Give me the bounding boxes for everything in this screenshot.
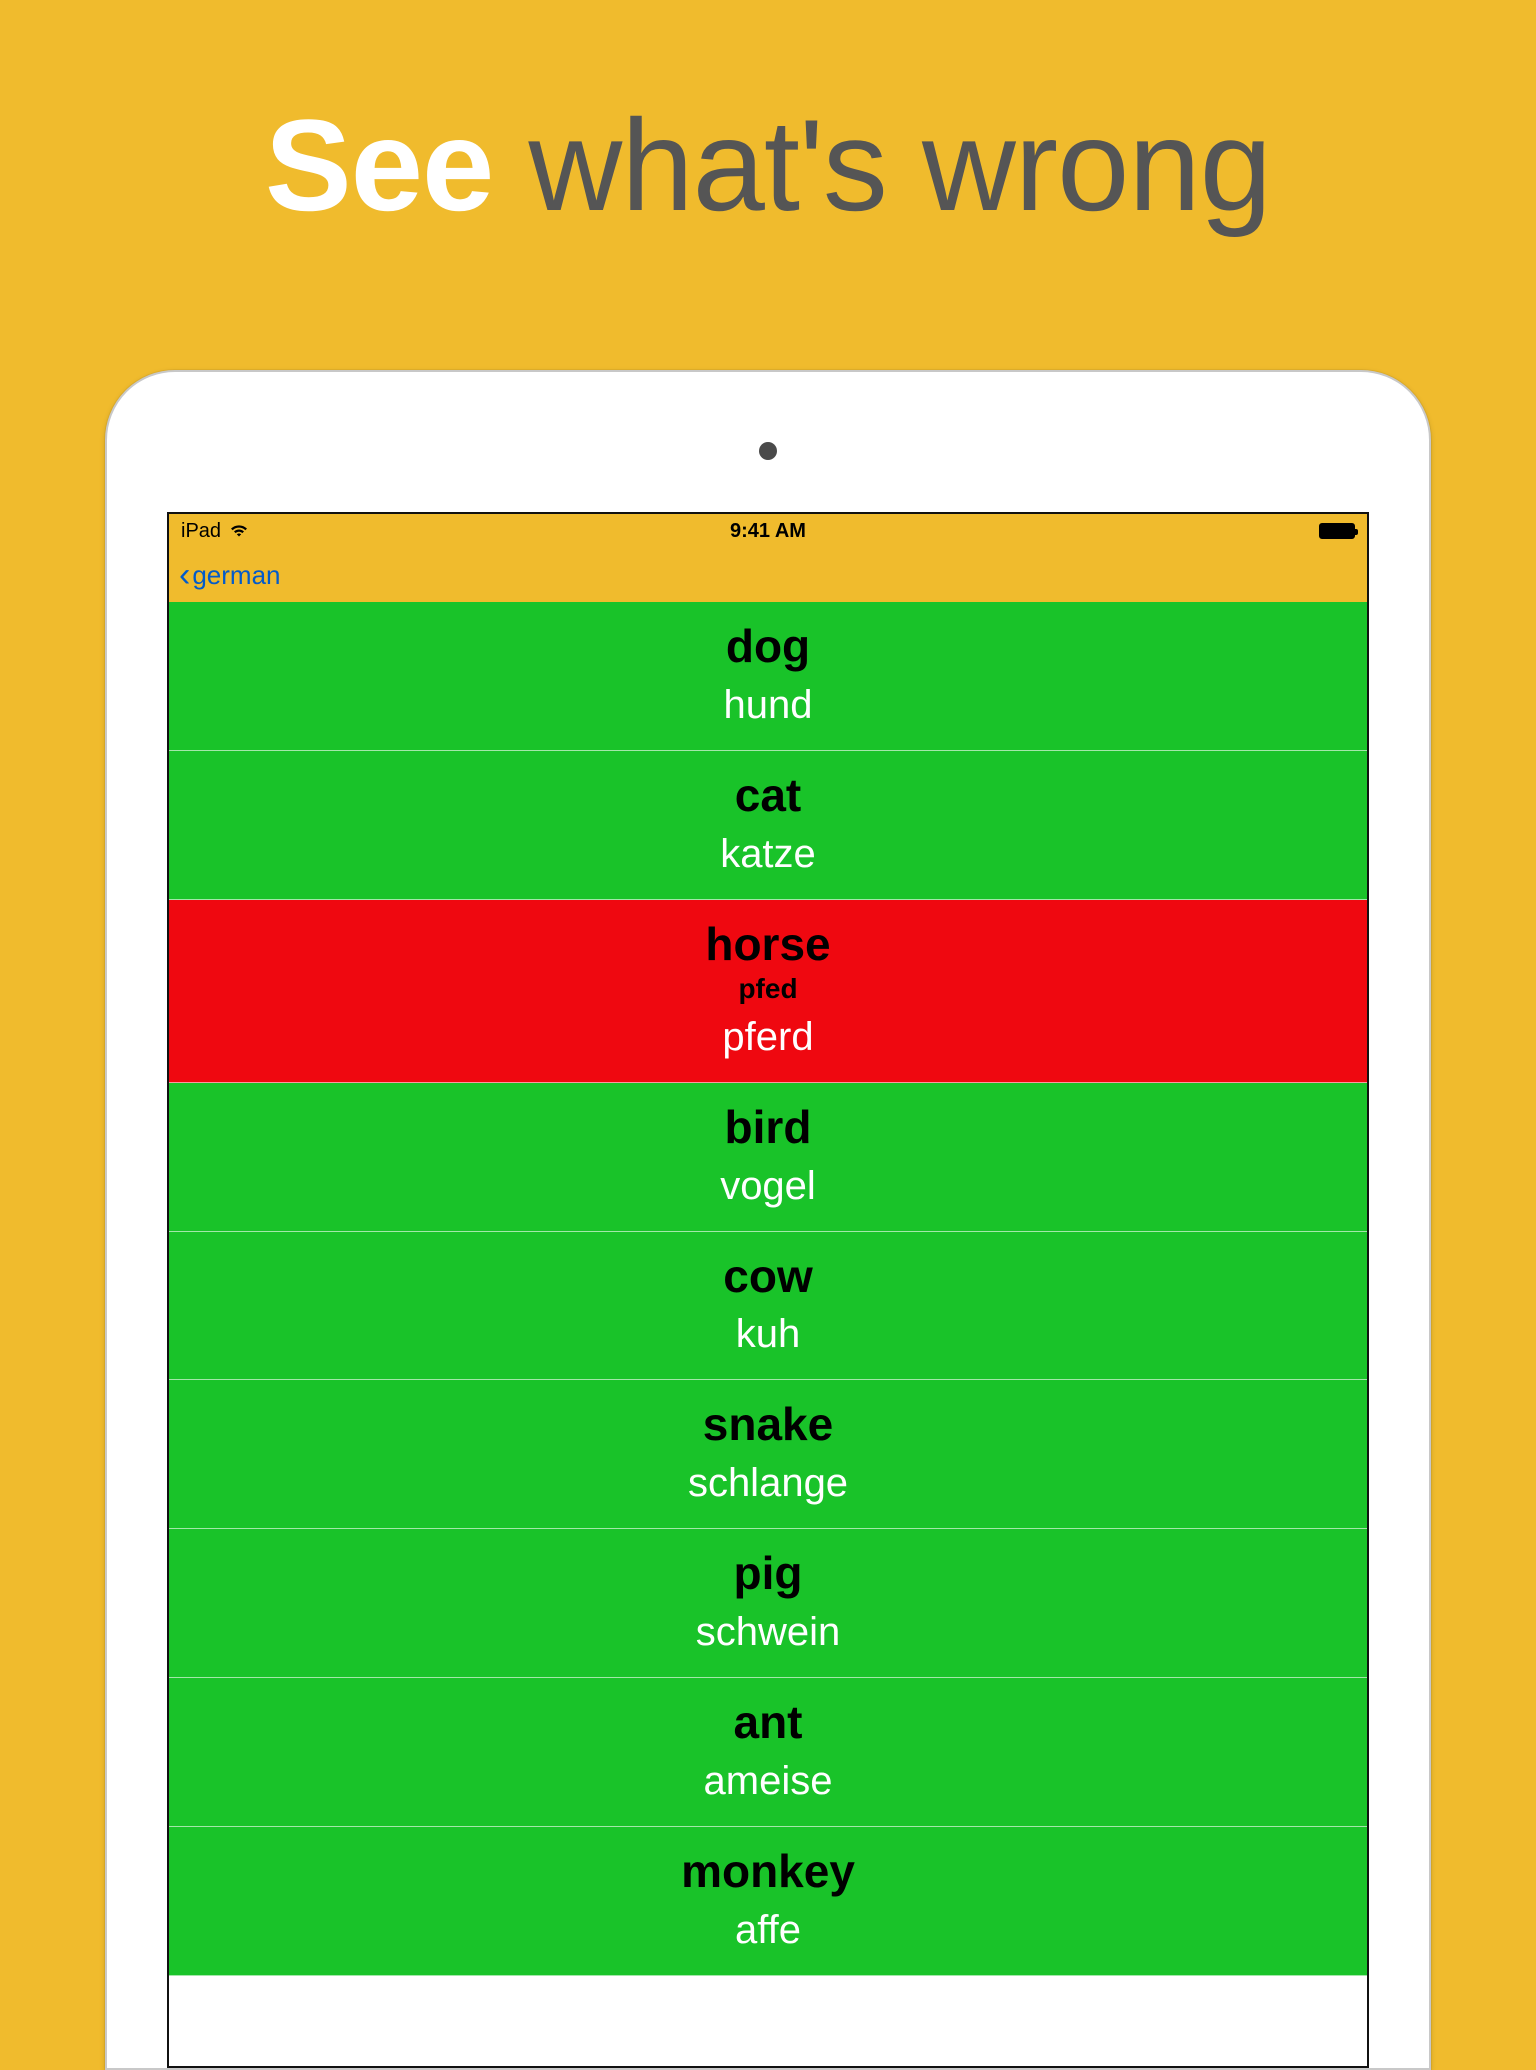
status-time: 9:41 AM (169, 520, 1367, 543)
back-button-label: german (192, 560, 280, 591)
ipad-frame: iPad 9:41 AM ‹ german do (105, 370, 1431, 2070)
result-translation: kuh (179, 1312, 1357, 1357)
result-word: pig (179, 1547, 1357, 1600)
device-screen: iPad 9:41 AM ‹ german do (167, 512, 1369, 2068)
result-row[interactable]: ant ameise (169, 1678, 1367, 1827)
result-row[interactable]: horsepfed pferd (169, 900, 1367, 1083)
result-translation: affe (179, 1908, 1357, 1953)
result-user-answer: pfed (179, 973, 1357, 1005)
results-list: dog hund cat katze horsepfed pferd bird vogel co… (169, 602, 1367, 1976)
result-word: ant (179, 1696, 1357, 1749)
result-translation: ameise (179, 1759, 1357, 1804)
result-translation: vogel (179, 1164, 1357, 1209)
result-translation: schwein (179, 1610, 1357, 1655)
status-bar: iPad 9:41 AM (169, 514, 1367, 548)
status-right (1319, 523, 1355, 539)
result-word: monkey (179, 1845, 1357, 1898)
result-word: cat (179, 769, 1357, 822)
battery-icon (1319, 523, 1355, 539)
device-camera (759, 442, 777, 460)
result-row[interactable]: bird vogel (169, 1083, 1367, 1232)
result-word: snake (179, 1398, 1357, 1451)
promo-headline-rest: what's wrong (493, 92, 1271, 238)
result-row[interactable]: monkey affe (169, 1827, 1367, 1976)
result-row[interactable]: dog hund (169, 602, 1367, 751)
result-translation: schlange (179, 1461, 1357, 1506)
result-word: bird (179, 1101, 1357, 1154)
result-translation: hund (179, 683, 1357, 728)
result-translation: katze (179, 832, 1357, 877)
result-row[interactable]: cat katze (169, 751, 1367, 900)
result-word: cow (179, 1250, 1357, 1303)
result-row[interactable]: cow kuh (169, 1232, 1367, 1381)
nav-bar: ‹ german (169, 548, 1367, 602)
promo-headline-emphasis: See (265, 92, 493, 238)
result-translation: pferd (179, 1015, 1357, 1060)
promo-headline: See what's wrong (0, 0, 1536, 240)
result-row[interactable]: pig schwein (169, 1529, 1367, 1678)
result-word: dog (179, 620, 1357, 673)
result-word: horse (179, 918, 1357, 971)
result-row[interactable]: snake schlange (169, 1380, 1367, 1529)
back-button[interactable]: ‹ german (179, 558, 280, 592)
chevron-left-icon: ‹ (179, 558, 190, 592)
